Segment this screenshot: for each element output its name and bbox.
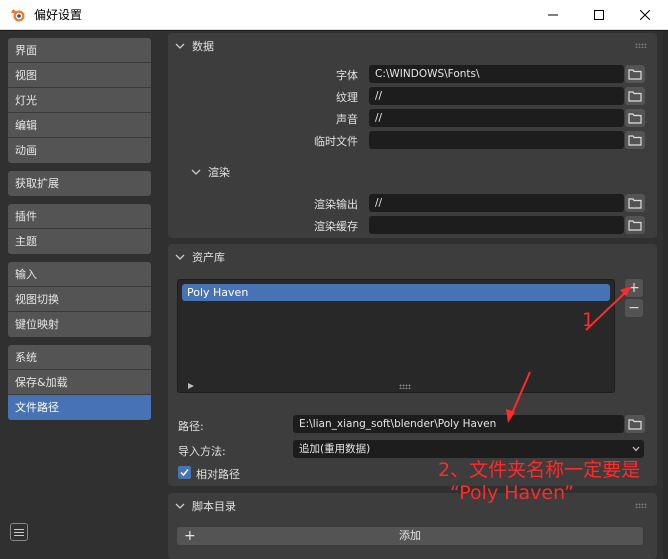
list-item[interactable]: Poly Haven — [182, 284, 610, 301]
minimize-icon — [548, 14, 558, 16]
maximize-icon — [594, 10, 604, 20]
folder-icon — [628, 419, 642, 430]
folder-icon — [628, 69, 642, 80]
blender-logo-icon — [11, 8, 25, 21]
library-folder-button[interactable] — [625, 415, 645, 433]
add-script-directory-button[interactable]: + 添加 — [177, 527, 643, 545]
script-directories-panel: 脚本目录 + 添加 — [168, 493, 657, 559]
render-output-folder-button[interactable] — [625, 194, 645, 212]
font-folder-button[interactable] — [625, 65, 645, 83]
script-directories-header[interactable]: 脚本目录 — [168, 493, 657, 519]
list-resize-grip-icon[interactable] — [399, 384, 411, 389]
font-label: 字体 — [336, 69, 358, 82]
minus-icon: − — [628, 300, 640, 316]
temp-folder-button[interactable] — [625, 131, 645, 149]
asset-library-title: 资产库 — [192, 251, 225, 264]
chevron-down-icon — [175, 43, 185, 49]
sound-folder-button[interactable] — [625, 109, 645, 127]
hamburger-menu-icon[interactable] — [10, 523, 28, 541]
asset-library-header[interactable]: 资产库 — [168, 244, 657, 270]
checkmark-icon — [180, 469, 189, 477]
folder-icon — [628, 91, 642, 102]
title-bar: 偏好设置 — [0, 0, 668, 30]
drag-grip-icon[interactable] — [635, 43, 647, 48]
folder-icon — [628, 220, 642, 231]
sidebar: 界面 视图 灯光 编辑 动画 获取扩展 插件 主题 输入 视图切换 键位映射 系… — [0, 31, 160, 559]
sidebar-item-editing[interactable]: 编辑 — [8, 113, 151, 138]
sidebar-item-get-extensions[interactable]: 获取扩展 — [8, 171, 151, 196]
render-subpanel-title: 渲染 — [208, 166, 230, 179]
data-panel-header[interactable]: 数据 — [168, 33, 657, 59]
render-output-field[interactable]: // — [369, 194, 624, 212]
path-label: 路径: — [178, 420, 204, 433]
folder-icon — [628, 113, 642, 124]
nav-group-input: 输入 视图切换 键位映射 — [8, 262, 152, 337]
data-panel: 数据 字体 C:\WINDOWS\Fonts\ 纹理 // 声音 // 临时文件… — [168, 33, 657, 238]
sidebar-item-keymap[interactable]: 键位映射 — [8, 312, 151, 337]
chevron-down-icon — [175, 503, 185, 509]
texture-folder-button[interactable] — [625, 87, 645, 105]
texture-path-field[interactable]: // — [369, 87, 624, 105]
nav-group-addons: 插件 主题 — [8, 204, 152, 254]
render-cache-label: 渲染缓存 — [314, 220, 358, 233]
temp-path-field[interactable] — [369, 131, 624, 149]
add-button-label: 添加 — [399, 529, 421, 542]
temp-files-label: 临时文件 — [314, 135, 358, 148]
import-method-value: 追加(重用数据) — [299, 443, 371, 455]
annotation-1: 1 — [582, 309, 595, 331]
render-cache-field[interactable] — [369, 216, 624, 234]
render-output-label: 渲染输出 — [314, 198, 358, 211]
nav-group-extensions: 获取扩展 — [8, 171, 152, 196]
sidebar-item-lights[interactable]: 灯光 — [8, 88, 151, 113]
nav-group-system: 系统 保存&加载 文件路径 — [8, 345, 152, 420]
sidebar-item-interface[interactable]: 界面 — [8, 38, 151, 63]
expand-triangle-icon[interactable] — [188, 383, 194, 389]
relative-path-label: 相对路径 — [196, 468, 240, 481]
minimize-button[interactable] — [530, 0, 576, 30]
sidebar-item-system[interactable]: 系统 — [8, 345, 151, 370]
relative-path-checkbox[interactable] — [178, 466, 191, 479]
maximize-button[interactable] — [576, 0, 622, 30]
render-subpanel-header[interactable]: 渲染 — [190, 164, 230, 180]
asset-library-panel: 资产库 Poly Haven + − 路径: E:\lian_xiang_sof… — [168, 244, 657, 486]
remove-library-button[interactable]: − — [625, 299, 643, 317]
sidebar-item-input[interactable]: 输入 — [8, 262, 151, 287]
script-directories-title: 脚本目录 — [192, 500, 236, 513]
folder-icon — [628, 135, 642, 146]
library-path-field[interactable]: E:\lian_xiang_soft\blender\Poly Haven — [293, 415, 624, 433]
sidebar-item-animation[interactable]: 动画 — [8, 138, 151, 163]
chevron-down-icon — [175, 254, 185, 260]
sidebar-item-viewport[interactable]: 视图 — [8, 63, 151, 88]
plus-icon: + — [628, 280, 640, 296]
close-button[interactable] — [622, 0, 668, 30]
chevron-down-icon — [632, 446, 640, 452]
font-path-field[interactable]: C:\WINDOWS\Fonts\ — [369, 65, 624, 83]
nav-group-ui: 界面 视图 灯光 编辑 动画 — [8, 38, 152, 163]
window-title: 偏好设置 — [34, 8, 83, 22]
sound-path-field[interactable]: // — [369, 109, 624, 127]
add-library-button[interactable]: + — [625, 279, 643, 297]
sidebar-item-file-paths[interactable]: 文件路径 — [8, 395, 151, 420]
asset-library-list[interactable]: Poly Haven — [177, 279, 615, 393]
sidebar-item-navigation[interactable]: 视图切换 — [8, 287, 151, 312]
import-method-label: 导入方法: — [178, 445, 226, 458]
close-icon — [640, 10, 650, 20]
window-edge — [663, 31, 668, 559]
folder-icon — [628, 198, 642, 209]
sidebar-item-save-load[interactable]: 保存&加载 — [8, 370, 151, 395]
sidebar-item-themes[interactable]: 主题 — [8, 229, 151, 254]
chevron-down-icon — [191, 169, 201, 175]
annotation-2-line1: 2、文件夹名称一定要是 — [438, 459, 641, 481]
sidebar-item-addons[interactable]: 插件 — [8, 204, 151, 229]
annotation-2-line2: “Poly Haven” — [450, 482, 574, 504]
texture-label: 纹理 — [336, 91, 358, 104]
drag-grip-icon[interactable] — [635, 503, 647, 508]
render-cache-folder-button[interactable] — [625, 216, 645, 234]
data-panel-title: 数据 — [192, 40, 214, 53]
sound-label: 声音 — [336, 113, 358, 126]
